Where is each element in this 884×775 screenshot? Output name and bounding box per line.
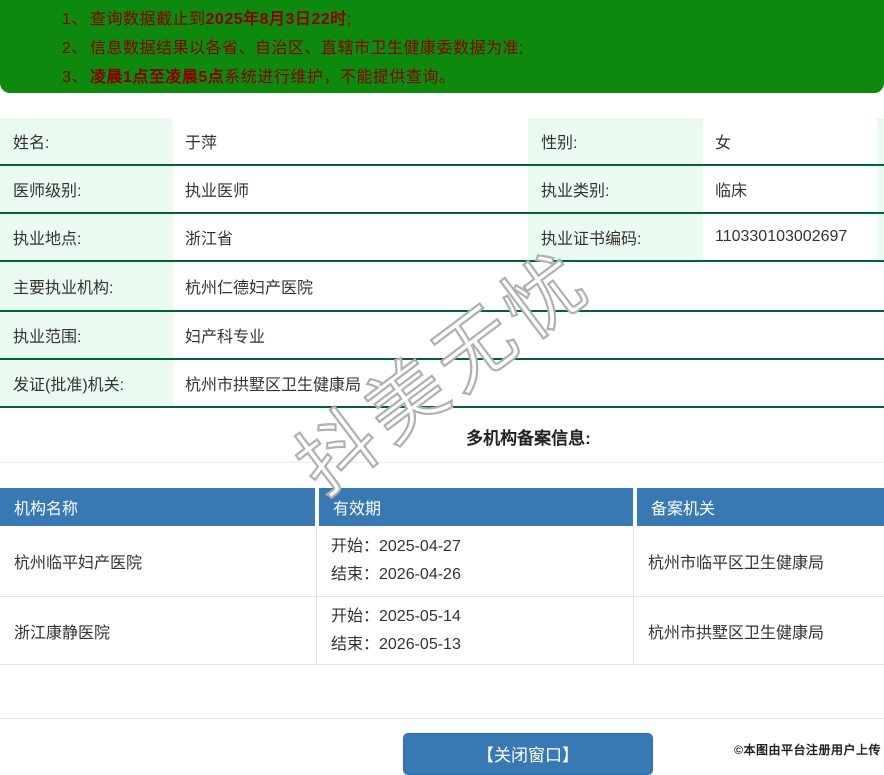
field-label-doctor-level: 医师级别: — [0, 166, 173, 212]
label-cell-sliver — [877, 166, 884, 212]
field-value-practice-location: 浙江省 — [185, 231, 234, 248]
label-cell-sliver — [877, 214, 884, 260]
validity-end: 结束：2026-04-26 — [331, 566, 461, 583]
validity-start: 开始：2025-04-27 — [331, 538, 461, 555]
divider — [0, 718, 884, 719]
field-label-issuing-authority: 发证(批准)机关: — [0, 360, 173, 406]
cell-validity-period: 开始：2025-05-14 结束：2026-05-13 — [317, 597, 634, 664]
cell-registration-authority: 杭州市拱墅区卫生健康局 — [648, 624, 825, 642]
field-label-practice-location: 执业地点: — [0, 214, 173, 260]
validity-end: 结束：2026-05-13 — [331, 635, 461, 653]
notice-text-end: 系统进行维护，不能提供查询。 — [224, 69, 456, 86]
close-window-button[interactable]: 【关闭窗口】 — [403, 733, 653, 775]
notice-number: 3、 — [62, 69, 88, 86]
column-header-authority: 备案机关 — [637, 488, 884, 526]
table-row: 姓名: 于萍 性别: 女 — [0, 118, 884, 166]
registration-table: 机构名称 有效期 备案机关 杭州临平妇产医院 开始：2025-04-27 结束：… — [0, 488, 884, 665]
field-value-issuing-authority: 杭州市拱墅区卫生健康局 — [185, 377, 362, 394]
registration-table-header: 机构名称 有效期 备案机关 — [0, 488, 884, 526]
field-value-name: 于萍 — [185, 135, 218, 152]
field-label-name: 姓名: — [0, 118, 173, 164]
notice-line-2: 2、 信息数据结果以各省、自治区、直辖市卫生健康委数据为准; — [0, 34, 884, 63]
table-row: 执业地点: 浙江省 执业证书编码: 110330103002697 — [0, 214, 884, 262]
label-cell-sliver — [877, 118, 884, 164]
notice-number: 1、 — [62, 11, 88, 28]
field-value-license-number: 110330103002697 — [715, 228, 848, 245]
cell-registration-authority: 杭州市临平区卫生健康局 — [648, 555, 825, 572]
field-label-main-institution: 主要执业机构: — [0, 262, 173, 310]
validity-start: 开始：2025-05-14 — [331, 607, 461, 625]
column-header-validity: 有效期 — [319, 488, 633, 526]
cell-validity-period: 开始：2025-04-27 结束：2026-04-26 — [317, 526, 634, 596]
notice-text: 信息数据结果以各省、自治区、直辖市卫生健康委数据为准; — [90, 40, 524, 57]
notice-line-3: 3、 凌晨1点至凌晨5点系统进行维护，不能提供查询。 — [0, 63, 884, 92]
notice-banner: 1、 查询数据截止到2025年8月3日22时; 2、 信息数据结果以各省、自治区、直… — [0, 0, 884, 93]
table-row: 医师级别: 执业医师 执业类别: 临床 — [0, 166, 884, 214]
field-value-doctor-level: 执业医师 — [185, 183, 250, 200]
notice-text-bold: 2025年8月3日22时 — [205, 11, 347, 28]
field-value-practice-category: 临床 — [715, 183, 748, 200]
field-value-practice-scope: 妇产科专业 — [185, 329, 266, 346]
field-label-practice-scope: 执业范围: — [0, 312, 173, 358]
column-header-institution: 机构名称 — [0, 488, 315, 526]
cell-institution-name: 杭州临平妇产医院 — [0, 526, 317, 596]
section-heading-multi-institution: 多机构备案信息: — [466, 429, 591, 448]
cell-institution-name: 浙江康静医院 — [0, 597, 317, 664]
field-label-gender: 性别: — [528, 118, 703, 164]
table-row: 执业范围: 妇产科专业 — [0, 312, 884, 360]
field-value-gender: 女 — [715, 135, 732, 152]
field-label-license-number: 执业证书编码: — [528, 214, 703, 260]
notice-text-bold: 凌晨1点至凌晨5点 — [90, 69, 225, 86]
footer-upload-note: ©本图由平台注册用户上传 — [734, 743, 881, 757]
doctor-info-table: 姓名: 于萍 性别: 女 医师级别: 执业医师 执业类别: 临床 执业地点: 浙… — [0, 118, 884, 408]
notice-number: 2、 — [62, 40, 88, 57]
field-value-main-institution: 杭州仁德妇产医院 — [185, 280, 314, 297]
notice-text-end: ; — [346, 11, 352, 28]
field-label-practice-category: 执业类别: — [528, 166, 703, 212]
table-row: 发证(批准)机关: 杭州市拱墅区卫生健康局 — [0, 360, 884, 408]
notice-text: 查询数据截止到 — [90, 11, 206, 28]
table-row: 浙江康静医院 开始：2025-05-14 结束：2026-05-13 杭州市拱墅… — [0, 597, 884, 665]
table-row: 主要执业机构: 杭州仁德妇产医院 — [0, 262, 884, 312]
notice-line-1: 1、 查询数据截止到2025年8月3日22时; — [0, 5, 884, 34]
table-row: 杭州临平妇产医院 开始：2025-04-27 结束：2026-04-26 杭州市… — [0, 526, 884, 597]
divider — [0, 462, 884, 463]
